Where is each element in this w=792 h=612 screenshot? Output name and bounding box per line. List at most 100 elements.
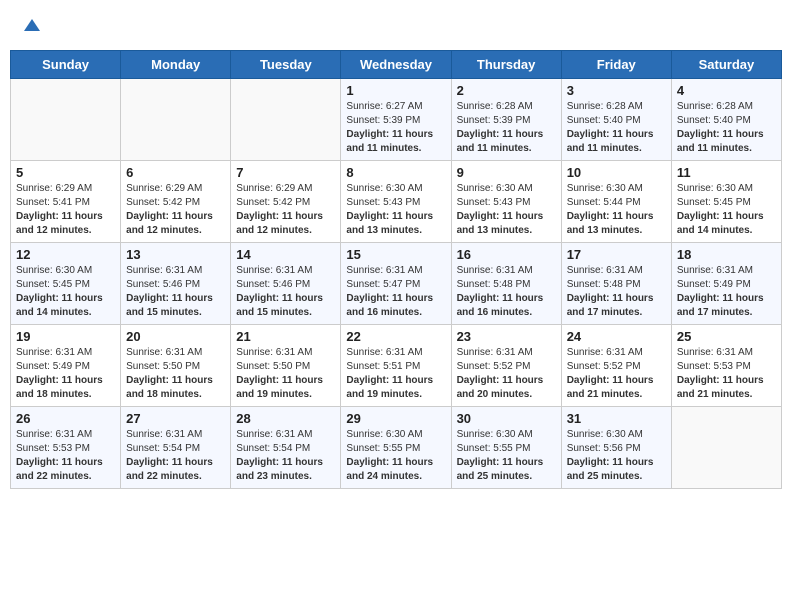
day-number: 9 [457,165,556,180]
day-number: 18 [677,247,776,262]
calendar-cell: 20 Sunrise: 6:31 AMSunset: 5:50 PMDayligh… [121,325,231,407]
calendar-week-5: 26Sunrise: 6:31 AMSunset: 5:53 PMDayligh… [11,407,782,489]
day-info: Sunrise: 6:31 AMSunset: 5:49 PMDaylight:… [677,264,776,320]
day-info: Sunrise: 6:31 AMSunset: 5:54 PMDaylight:… [236,428,335,484]
day-info: Sunrise: 6:30 AMSunset: 5:55 PMDaylight:… [346,428,445,484]
calendar-cell: 31 Sunrise: 6:30 AMSunset: 5:56 PMDayligh… [561,407,671,489]
day-number: 23 [457,329,556,344]
day-number: 22 [346,329,445,344]
calendar-cell: 19 Sunrise: 6:31 AMSunset: 5:49 PMDayligh… [11,325,121,407]
day-number: 13 [126,247,225,262]
weekday-header-saturday: Saturday [671,51,781,79]
calendar-cell [11,79,121,161]
logo [20,15,42,35]
day-info: Sunrise: 6:30 AMSunset: 5:45 PMDaylight:… [677,182,776,238]
day-number: 6 [126,165,225,180]
calendar-cell: 27 Sunrise: 6:31 AMSunset: 5:54 PMDayligh… [121,407,231,489]
weekday-header-row: SundayMondayTuesdayWednesdayThursdayFrid… [11,51,782,79]
calendar-week-1: 1 Sunrise: 6:27 AMSunset: 5:39 PMDaylight… [11,79,782,161]
calendar-cell: 5 Sunrise: 6:29 AMSunset: 5:41 PMDaylight… [11,161,121,243]
day-number: 10 [567,165,666,180]
calendar-week-3: 12 Sunrise: 6:30 AMSunset: 5:45 PMDayligh… [11,243,782,325]
weekday-header-friday: Friday [561,51,671,79]
calendar-cell: 23 Sunrise: 6:31 AMSunset: 5:52 PMDayligh… [451,325,561,407]
day-info: Sunrise: 6:31 AMSunset: 5:52 PMDaylight:… [457,346,556,402]
day-info: Sunrise: 6:29 AMSunset: 5:42 PMDaylight:… [126,182,225,238]
logo-text [20,15,42,35]
day-number: 8 [346,165,445,180]
day-number: 19 [16,329,115,344]
day-info: Sunrise: 6:30 AMSunset: 5:45 PMDaylight:… [16,264,115,320]
calendar-cell: 17 Sunrise: 6:31 AMSunset: 5:48 PMDayligh… [561,243,671,325]
day-number: 20 [126,329,225,344]
day-number: 26 [16,411,115,426]
day-info: Sunrise: 6:31 AMSunset: 5:49 PMDaylight:… [16,346,115,402]
weekday-header-tuesday: Tuesday [231,51,341,79]
day-info: Sunrise: 6:31 AMSunset: 5:47 PMDaylight:… [346,264,445,320]
day-number: 4 [677,83,776,98]
day-number: 7 [236,165,335,180]
day-info: Sunrise: 6:30 AMSunset: 5:43 PMDaylight:… [457,182,556,238]
day-info: Sunrise: 6:31 AMSunset: 5:51 PMDaylight:… [346,346,445,402]
day-info: Sunrise: 6:30 AMSunset: 5:56 PMDaylight:… [567,428,666,484]
day-number: 31 [567,411,666,426]
day-info: Sunrise: 6:28 AMSunset: 5:39 PMDaylight:… [457,100,556,156]
day-info: Sunrise: 6:31 AMSunset: 5:52 PMDaylight:… [567,346,666,402]
calendar-cell: 1 Sunrise: 6:27 AMSunset: 5:39 PMDaylight… [341,79,451,161]
calendar: SundayMondayTuesdayWednesdayThursdayFrid… [10,50,782,489]
day-info: Sunrise: 6:28 AMSunset: 5:40 PMDaylight:… [677,100,776,156]
calendar-cell: 12 Sunrise: 6:30 AMSunset: 5:45 PMDayligh… [11,243,121,325]
day-number: 12 [16,247,115,262]
weekday-header-wednesday: Wednesday [341,51,451,79]
day-number: 25 [677,329,776,344]
day-number: 24 [567,329,666,344]
day-info: Sunrise: 6:27 AMSunset: 5:39 PMDaylight:… [346,100,445,156]
calendar-cell: 6 Sunrise: 6:29 AMSunset: 5:42 PMDaylight… [121,161,231,243]
calendar-cell: 30 Sunrise: 6:30 AMSunset: 5:55 PMDayligh… [451,407,561,489]
day-info: Sunrise: 6:30 AMSunset: 5:43 PMDaylight:… [346,182,445,238]
day-info: Sunrise: 6:31 AMSunset: 5:48 PMDaylight:… [567,264,666,320]
day-number: 28 [236,411,335,426]
calendar-cell: 15Sunrise: 6:31 AMSunset: 5:47 PMDayligh… [341,243,451,325]
calendar-cell: 21Sunrise: 6:31 AMSunset: 5:50 PMDayligh… [231,325,341,407]
day-number: 3 [567,83,666,98]
day-number: 1 [346,83,445,98]
calendar-cell: 22 Sunrise: 6:31 AMSunset: 5:51 PMDayligh… [341,325,451,407]
day-info: Sunrise: 6:30 AMSunset: 5:44 PMDaylight:… [567,182,666,238]
day-info: Sunrise: 6:29 AMSunset: 5:41 PMDaylight:… [16,182,115,238]
day-info: Sunrise: 6:30 AMSunset: 5:55 PMDaylight:… [457,428,556,484]
calendar-cell [121,79,231,161]
day-info: Sunrise: 6:29 AMSunset: 5:42 PMDaylight:… [236,182,335,238]
day-info: Sunrise: 6:31 AMSunset: 5:46 PMDaylight:… [126,264,225,320]
weekday-header-sunday: Sunday [11,51,121,79]
calendar-week-2: 5 Sunrise: 6:29 AMSunset: 5:41 PMDaylight… [11,161,782,243]
calendar-cell: 3 Sunrise: 6:28 AMSunset: 5:40 PMDaylight… [561,79,671,161]
calendar-cell: 8 Sunrise: 6:30 AMSunset: 5:43 PMDaylight… [341,161,451,243]
calendar-cell: 14Sunrise: 6:31 AMSunset: 5:46 PMDayligh… [231,243,341,325]
calendar-cell: 10 Sunrise: 6:30 AMSunset: 5:44 PMDayligh… [561,161,671,243]
day-info: Sunrise: 6:31 AMSunset: 5:50 PMDaylight:… [126,346,225,402]
day-info: Sunrise: 6:31 AMSunset: 5:54 PMDaylight:… [126,428,225,484]
calendar-cell: 7 Sunrise: 6:29 AMSunset: 5:42 PMDaylight… [231,161,341,243]
day-number: 17 [567,247,666,262]
day-number: 2 [457,83,556,98]
day-info: Sunrise: 6:31 AMSunset: 5:48 PMDaylight:… [457,264,556,320]
day-info: Sunrise: 6:28 AMSunset: 5:40 PMDaylight:… [567,100,666,156]
day-number: 27 [126,411,225,426]
calendar-cell: 4 Sunrise: 6:28 AMSunset: 5:40 PMDaylight… [671,79,781,161]
calendar-cell: 9 Sunrise: 6:30 AMSunset: 5:43 PMDaylight… [451,161,561,243]
day-number: 29 [346,411,445,426]
calendar-week-4: 19 Sunrise: 6:31 AMSunset: 5:49 PMDayligh… [11,325,782,407]
day-number: 5 [16,165,115,180]
calendar-cell: 29 Sunrise: 6:30 AMSunset: 5:55 PMDayligh… [341,407,451,489]
day-number: 14 [236,247,335,262]
weekday-header-monday: Monday [121,51,231,79]
day-info: Sunrise: 6:31 AMSunset: 5:50 PMDaylight:… [236,346,335,402]
calendar-cell: 11Sunrise: 6:30 AMSunset: 5:45 PMDayligh… [671,161,781,243]
calendar-cell: 28 Sunrise: 6:31 AMSunset: 5:54 PMDayligh… [231,407,341,489]
calendar-cell [231,79,341,161]
weekday-header-thursday: Thursday [451,51,561,79]
day-number: 30 [457,411,556,426]
logo-icon [22,15,42,35]
page-header [10,10,782,40]
